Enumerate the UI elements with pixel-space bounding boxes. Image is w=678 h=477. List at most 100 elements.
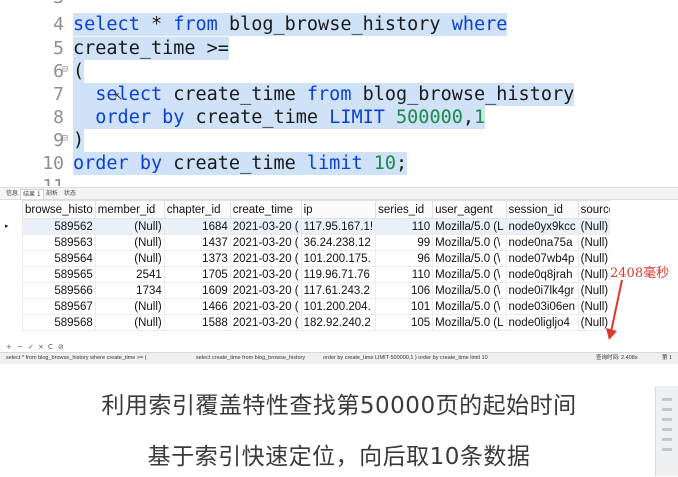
- table-cell[interactable]: 110: [375, 266, 434, 283]
- table-cell[interactable]: 1734: [94, 282, 165, 299]
- tab-profile[interactable]: 剖析: [44, 189, 60, 199]
- table-row[interactable]: 589563 (Null) 1437 2021-03-20 (36.24.238.12…: [22, 234, 621, 251]
- table-cell[interactable]: 589562: [22, 218, 96, 235]
- sql-editor[interactable]: 3 4 select * from blog_browse_history wher…: [0, 0, 678, 186]
- sql-token: blog_browse_history: [217, 14, 452, 35]
- column-header[interactable]: browse_histo: [22, 200, 96, 219]
- table-cell[interactable]: 1373: [163, 250, 231, 267]
- table-cell[interactable]: Mozilla/5.0 (\: [432, 234, 507, 251]
- table-cell[interactable]: 1609: [163, 282, 231, 299]
- table-cell[interactable]: (Null): [94, 234, 165, 251]
- column-header[interactable]: user_agent: [432, 200, 507, 219]
- table-cell[interactable]: 182.92.240.2: [300, 314, 377, 331]
- table-cell[interactable]: 1705: [163, 266, 231, 283]
- table-cell[interactable]: 110: [375, 218, 434, 235]
- table-cell[interactable]: 2541: [94, 266, 165, 283]
- table-cell[interactable]: 1466: [163, 298, 231, 315]
- code-line[interactable]: 10 order by create_time limit 10;: [0, 152, 678, 175]
- table-cell[interactable]: Mozilla/5.0 (\: [432, 250, 507, 267]
- table-row[interactable]: 589568 (Null) 1588 2021-03-20 (182.92.240.2…: [22, 314, 621, 331]
- code-line[interactable]: 4 select * from blog_browse_history where: [0, 13, 678, 36]
- cancel-icon[interactable]: ×: [38, 343, 44, 351]
- table-cell[interactable]: 117.95.167.1!: [300, 218, 377, 235]
- table-cell[interactable]: Mozilla/5.0 (\: [432, 266, 507, 283]
- stop-icon[interactable]: ⊘: [58, 343, 64, 351]
- result-grid[interactable]: ▸ browse_histo member_id chapter_id create_…: [0, 200, 678, 342]
- column-header[interactable]: member_id: [94, 200, 165, 219]
- table-cell[interactable]: 2021-03-20 (: [229, 266, 302, 283]
- add-icon[interactable]: +: [6, 343, 12, 351]
- table-cell[interactable]: Mozilla/5.0 (L: [432, 314, 507, 331]
- table-cell[interactable]: node0yx9kcc: [505, 218, 579, 235]
- table-cell[interactable]: 36.24.238.12: [300, 234, 377, 251]
- code-line[interactable]: 5 create_time >=: [0, 37, 678, 60]
- remove-icon[interactable]: −: [17, 343, 23, 351]
- table-cell[interactable]: 119.96.71.76: [300, 266, 377, 283]
- tab-result-1[interactable]: 结果 1: [20, 189, 44, 199]
- line-number: 3: [0, 0, 64, 9]
- table-cell[interactable]: node0na75a: [505, 234, 579, 251]
- fold-toggle-icon[interactable]: ⊟: [62, 133, 68, 144]
- table-cell[interactable]: 106: [375, 282, 434, 299]
- table-cell[interactable]: node07wb4p: [505, 250, 579, 267]
- sql-token: create_time: [184, 107, 330, 128]
- table-cell[interactable]: 2021-03-20 (: [229, 218, 302, 235]
- code-line[interactable]: 9 ⊟): [0, 129, 678, 152]
- table-cell[interactable]: 2021-03-20 (: [229, 234, 302, 251]
- column-header[interactable]: session_id: [505, 200, 579, 219]
- tab-info[interactable]: 信息: [4, 189, 20, 199]
- table-cell[interactable]: 101: [375, 298, 434, 315]
- column-header[interactable]: create_time: [229, 200, 302, 219]
- table-cell[interactable]: node0q8jrah: [505, 266, 579, 283]
- confirm-icon[interactable]: ✓: [28, 343, 34, 351]
- table-cell[interactable]: Mozilla/5.0 (\: [432, 298, 507, 315]
- table-cell[interactable]: 2021-03-20 (: [229, 314, 302, 331]
- table-cell[interactable]: 589565: [22, 266, 96, 283]
- table-row[interactable]: 589566 1734 1609 2021-03-20 (117.61.243.2 10…: [22, 282, 621, 299]
- refresh-icon[interactable]: C: [48, 343, 53, 351]
- table-cell[interactable]: 117.61.243.2: [300, 282, 377, 299]
- table-cell[interactable]: 2021-03-20 (: [229, 282, 302, 299]
- table-cell[interactable]: Mozilla/5.0 (L: [432, 218, 507, 235]
- table-cell[interactable]: 2021-03-20 (: [229, 298, 302, 315]
- table-cell[interactable]: 1588: [163, 314, 231, 331]
- column-header[interactable]: series_id: [375, 200, 434, 219]
- table-cell[interactable]: 589563: [22, 234, 96, 251]
- table-cell[interactable]: 101.200.204.: [300, 298, 377, 315]
- table-cell[interactable]: 99: [375, 234, 434, 251]
- table-cell[interactable]: (Null): [94, 250, 165, 267]
- fold-toggle-icon[interactable]: ⊟: [62, 64, 68, 75]
- table-row[interactable]: 589567 (Null) 1466 2021-03-20 (101.200.204.…: [22, 298, 621, 315]
- sql-token: blog_browse_history: [351, 84, 575, 105]
- code-line[interactable]: 7 select create_time from blog_browse_hi…: [0, 83, 678, 106]
- table-cell[interactable]: 589567: [22, 298, 96, 315]
- code-line[interactable]: 11: [0, 175, 678, 186]
- table-row[interactable]: 589564 (Null) 1373 2021-03-20 (101.200.175.…: [22, 250, 621, 267]
- table-cell[interactable]: 589564: [22, 250, 96, 267]
- code-line[interactable]: 3: [0, 0, 678, 9]
- table-cell[interactable]: node03i06en: [505, 298, 579, 315]
- table-cell[interactable]: (Null): [94, 314, 165, 331]
- code-line[interactable]: 6 ⊟ (: [0, 60, 678, 83]
- table-cell[interactable]: node0i7lk4gr: [505, 282, 579, 299]
- table-cell[interactable]: 2021-03-20 (: [229, 250, 302, 267]
- table-cell[interactable]: 101.200.175.: [300, 250, 377, 267]
- table-cell[interactable]: node0ligljo4: [505, 314, 579, 331]
- table-cell[interactable]: (Null): [94, 298, 165, 315]
- table-cell[interactable]: 96: [375, 250, 434, 267]
- column-header[interactable]: chapter_id: [163, 200, 231, 219]
- table-row[interactable]: 589565 2541 1705 2021-03-20 (119.96.71.76 11…: [22, 266, 621, 283]
- table-cell[interactable]: 589566: [22, 282, 96, 299]
- results-table[interactable]: browse_histo member_id chapter_id create_ti…: [22, 200, 621, 331]
- tab-status[interactable]: 状态: [62, 189, 78, 199]
- table-row[interactable]: 589562 (Null) 1684 2021-03-20 (117.95.167.1…: [22, 218, 621, 235]
- table-cell[interactable]: 589568: [22, 314, 96, 331]
- column-header[interactable]: ip: [300, 200, 377, 219]
- table-cell[interactable]: Mozilla/5.0 (\: [432, 282, 507, 299]
- code-line[interactable]: 8 order by create_time LIMIT 500000,1: [0, 106, 678, 129]
- table-cell[interactable]: (Null): [94, 218, 165, 235]
- table-cell[interactable]: 1684: [163, 218, 231, 235]
- table-cell[interactable]: 1437: [163, 234, 231, 251]
- query-time-label: 查询时间: 2.408s: [596, 355, 638, 361]
- table-cell[interactable]: 105: [375, 314, 434, 331]
